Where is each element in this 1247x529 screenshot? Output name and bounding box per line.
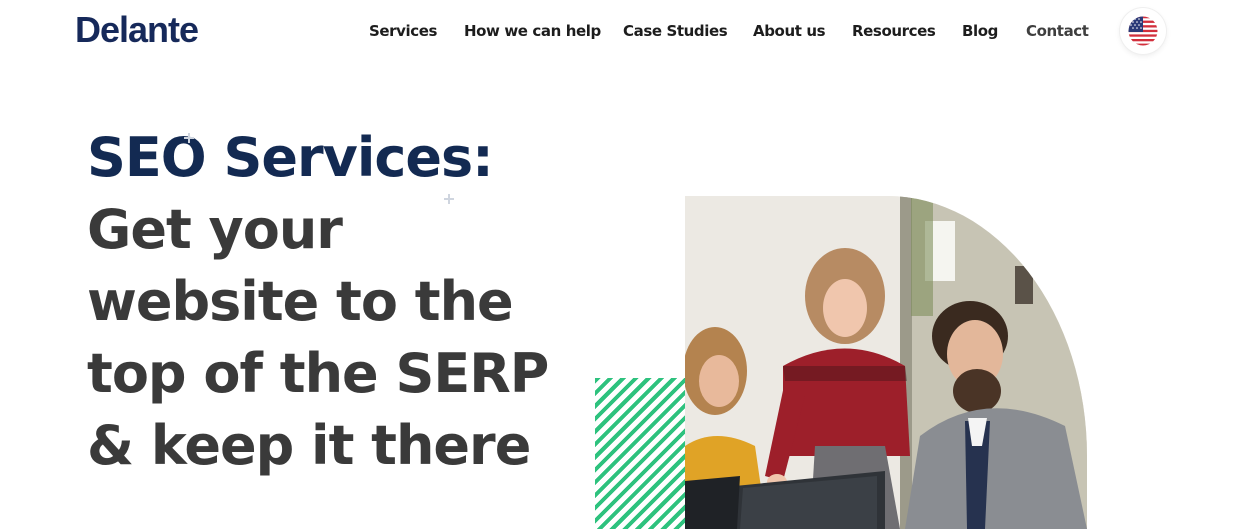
hero-title-line: top of the SERP <box>87 342 549 405</box>
hero-title-line: Get your <box>87 198 343 261</box>
green-stripes-decoration <box>595 378 690 529</box>
delante-logo[interactable]: Delante <box>75 10 199 50</box>
language-switcher-button[interactable] <box>1120 8 1166 54</box>
team-working-illustration <box>685 196 1087 529</box>
nav-resources[interactable]: Resources <box>852 20 936 42</box>
sparkle-decoration-icon <box>184 133 194 143</box>
hero-title: SEO Services: Get your website to the to… <box>87 122 549 482</box>
us-flag-icon <box>1128 16 1158 46</box>
nav-case-studies[interactable]: Case Studies <box>623 20 728 42</box>
hero-title-line: SEO Services: <box>87 126 494 189</box>
hero-title-line: website to the <box>87 270 514 333</box>
nav-services[interactable]: Services <box>369 20 437 42</box>
hero-title-line: & keep it there <box>87 414 531 477</box>
team-photo <box>685 196 1087 529</box>
nav-how-we-can-help[interactable]: How we can help <box>464 20 601 42</box>
nav-about-us[interactable]: About us <box>753 20 826 42</box>
nav-blog[interactable]: Blog <box>962 20 998 42</box>
nav-contact[interactable]: Contact <box>1026 20 1089 42</box>
sparkle-decoration-icon <box>444 194 454 204</box>
